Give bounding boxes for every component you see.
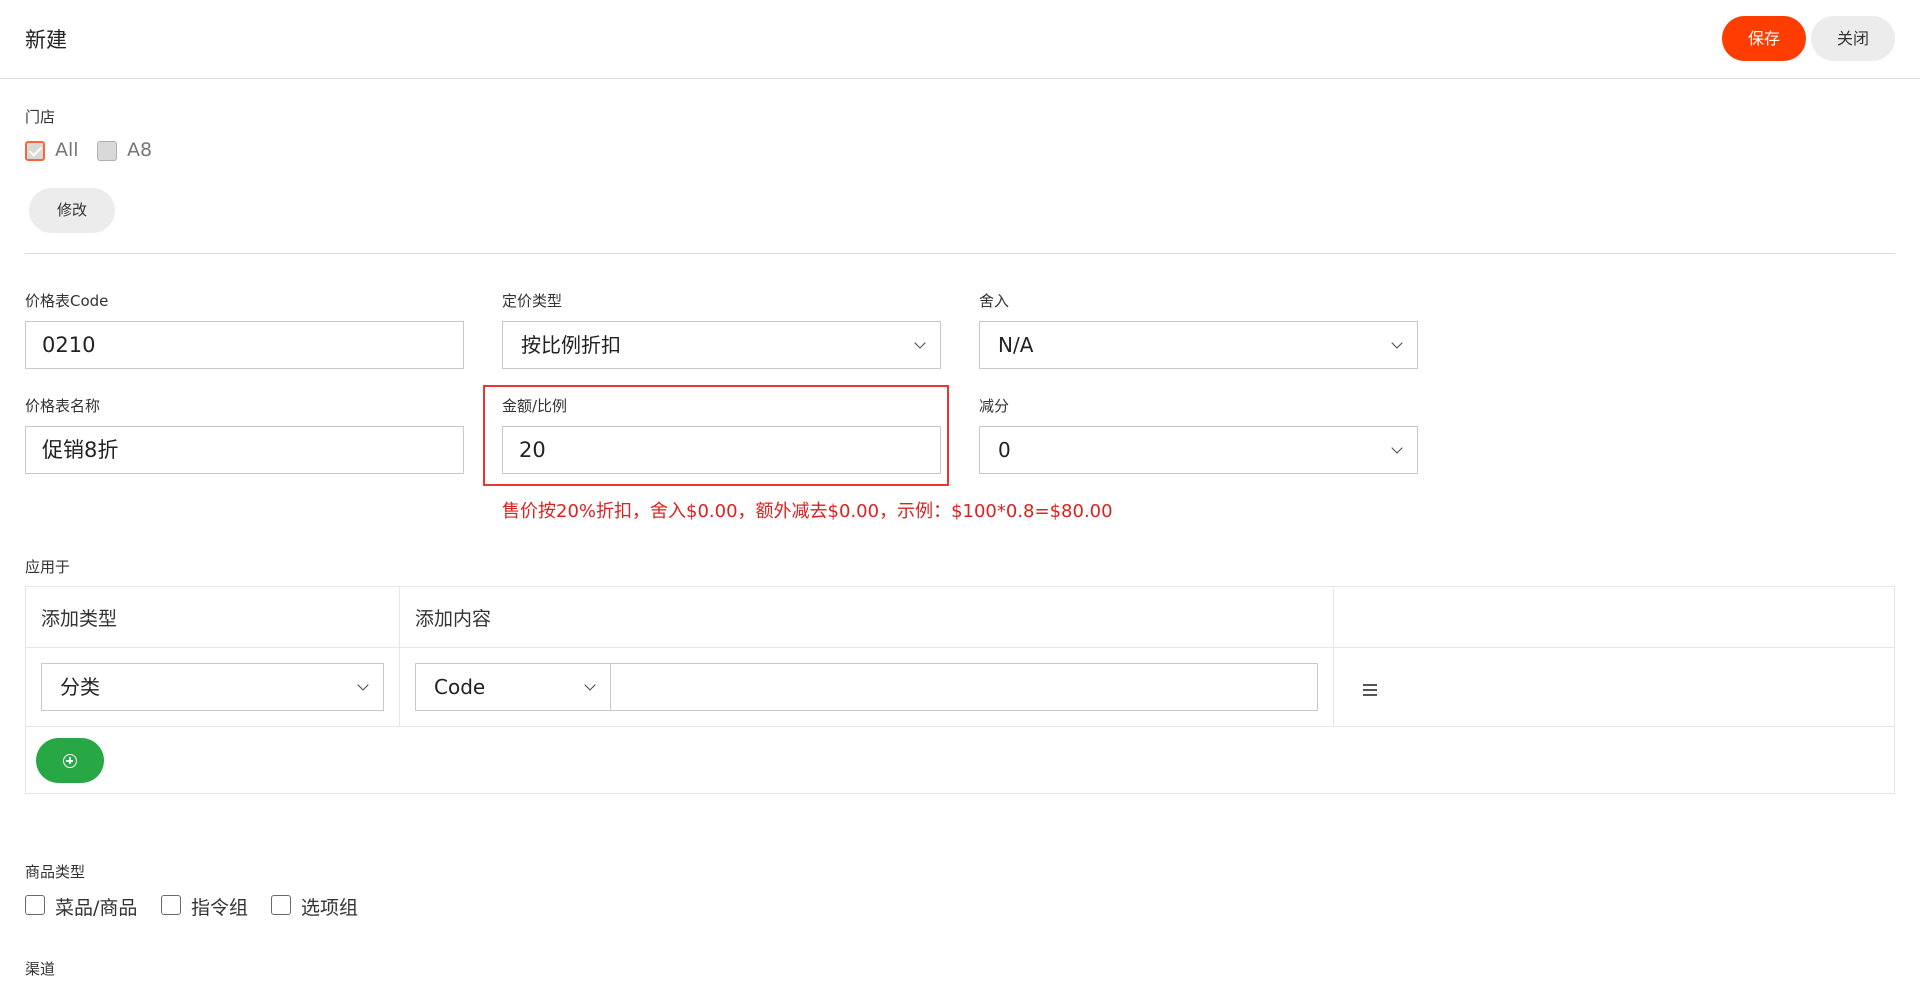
store-all-label: All [55,139,79,161]
menu-icon[interactable] [1363,684,1377,696]
content-field-select[interactable]: Code [415,663,611,711]
header: 新建 保存 关闭 [0,0,1920,79]
save-button[interactable]: 保存 [1722,16,1806,61]
amount-input[interactable]: 20 [502,426,941,474]
add-type-select[interactable]: 分类 [41,663,384,711]
product-type-option-checkbox[interactable] [271,895,291,915]
pricing-hint: 售价按20%折扣，舍入$0.00，额外减去$0.00，示例：$100*0.8=$… [502,501,1113,522]
plus-circle-icon [63,754,77,768]
chevron-down-icon [584,679,596,691]
rounding-select[interactable]: N/A [979,321,1418,369]
rounding-value: N/A [998,333,1034,357]
store-all-checkbox[interactable] [25,141,45,161]
add-row-button[interactable] [36,738,104,783]
code-label: 价格表Code [25,292,109,310]
chevron-down-icon [357,679,369,691]
content-value-input[interactable] [610,663,1318,711]
close-button[interactable]: 关闭 [1811,16,1895,61]
table-col-divider [1333,587,1334,726]
content-field-value: Code [434,675,486,699]
product-type-command-label: 指令组 [191,897,249,919]
page-title: 新建 [25,28,67,52]
name-input[interactable]: 促销8折 [25,426,464,474]
code-input[interactable]: 0210 [25,321,464,369]
deduct-label: 减分 [979,397,1010,415]
chevron-down-icon [1391,337,1403,349]
chevron-down-icon [914,337,926,349]
store-label: 门店 [25,108,56,126]
rounding-label: 舍入 [979,292,1010,310]
apply-to-label: 应用于 [25,558,71,576]
table-col-divider [399,587,400,726]
chevron-down-icon [1391,442,1403,454]
section-divider [25,253,1895,254]
pricing-type-label: 定价类型 [502,292,563,310]
add-type-value: 分类 [60,675,100,699]
product-type-option-label: 选项组 [301,897,359,919]
store-a8-label: A8 [127,139,153,161]
col-add-content: 添加内容 [415,608,492,630]
deduct-select[interactable]: 0 [979,426,1418,474]
product-type-command-checkbox[interactable] [161,895,181,915]
pricing-type-select[interactable]: 按比例折扣 [502,321,941,369]
channel-label: 渠道 [25,960,56,978]
pricing-type-value: 按比例折扣 [521,333,621,357]
col-add-type: 添加类型 [41,608,118,630]
table-row-divider [26,726,1894,727]
table-header-divider [26,647,1894,648]
amount-label: 金额/比例 [502,397,568,415]
product-type-dish-checkbox[interactable] [25,895,45,915]
name-label: 价格表名称 [25,397,101,415]
modify-button[interactable]: 修改 [29,188,115,233]
deduct-value: 0 [998,438,1011,462]
store-a8-checkbox[interactable] [97,141,117,161]
product-type-label: 商品类型 [25,863,86,881]
product-type-dish-label: 菜品/商品 [55,897,138,919]
